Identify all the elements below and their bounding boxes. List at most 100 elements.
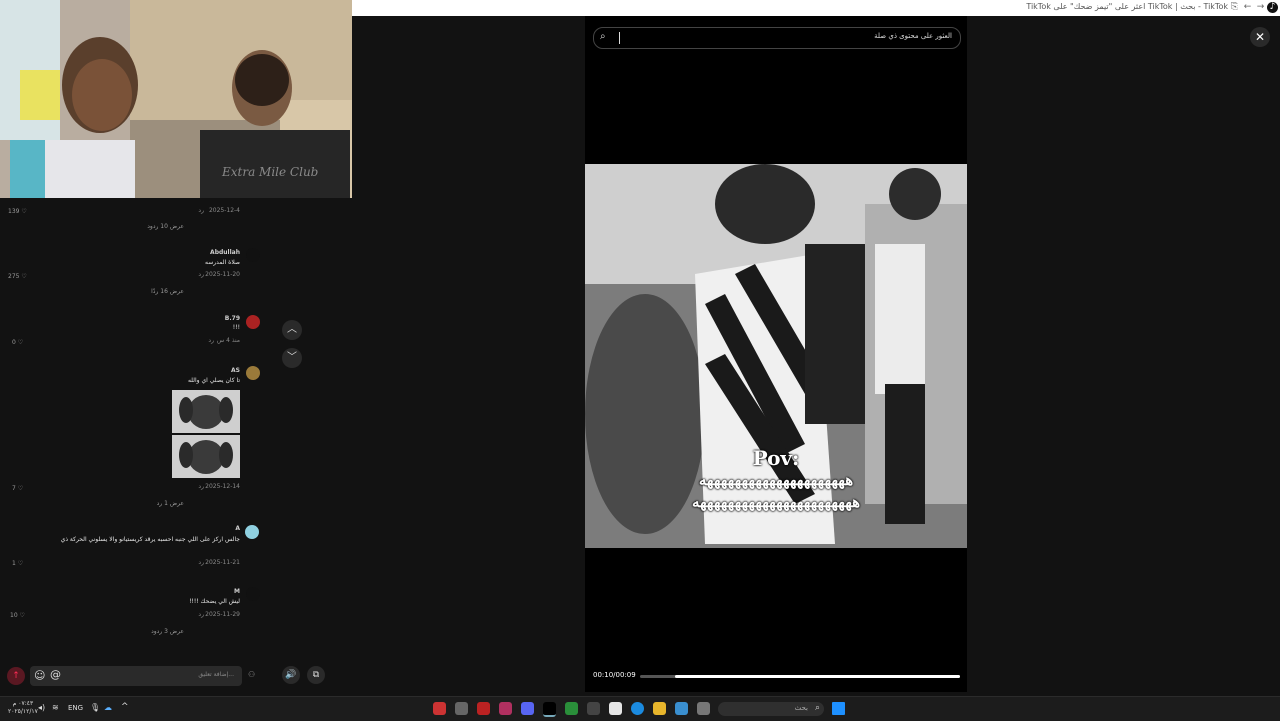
user-icon: ⚇ [248, 670, 256, 679]
comment-input[interactable]: ☺ @ إضافة تعليق... [30, 666, 242, 686]
forward-arrow-icon[interactable]: → [1255, 2, 1266, 13]
taskbar-search[interactable]: بحث ⌕ [718, 702, 824, 716]
comment-image-dog[interactable] [172, 390, 240, 478]
progress-bar[interactable] [640, 675, 960, 678]
comment-date: 2025-11-20 [205, 271, 240, 278]
comment-date: 2025-12-4 [208, 207, 240, 214]
comment-author[interactable]: A [235, 525, 240, 532]
arrow-up-icon: ↑ [12, 671, 20, 681]
taskbar: ٠٧:٤٣ م ٢٠٢٥/١٢/١٧ ◂) ≋ ENG 🎙 ☁ ^ بحث ⌕ [0, 696, 1280, 721]
comments-panel: 2025-12-4 رد 139 ♡ عرض 10 ردود Abdullah … [0, 198, 274, 658]
webcam-overlay: Extra Mile Club [0, 0, 352, 198]
emoji-icon[interactable]: ☺ [34, 669, 45, 682]
search-input[interactable]: ⌕ العثور على محتوى ذي صلة [593, 27, 961, 49]
taskbar-search-label: بحث [794, 704, 808, 712]
like-count[interactable]: 1 ♡ [12, 560, 23, 567]
discord-icon[interactable] [521, 702, 534, 715]
microphone-icon[interactable]: 🎙 [90, 703, 100, 712]
settings-icon[interactable] [455, 702, 468, 715]
comment-text: صلاة المدرسه [205, 259, 240, 266]
chevron-down-icon: ﹀ [287, 352, 297, 363]
comment-text: جالس اركز على اللي جنبه احسبه يرقد كريست… [60, 536, 240, 543]
comment-date: 2025-11-29 [205, 611, 240, 618]
avatar[interactable] [246, 248, 260, 262]
like-count[interactable]: 275 ♡ [8, 273, 27, 280]
clock-date: ٢٠٢٥/١٢/١٧ [8, 708, 38, 715]
search-query[interactable]: العثور على محتوى ذي صلة [874, 32, 952, 40]
avatar[interactable] [246, 315, 260, 329]
cloud-icon[interactable]: ☁ [104, 703, 112, 712]
chevron-up-icon: ︿ [287, 324, 297, 335]
app-icon-red[interactable] [433, 702, 446, 715]
file-explorer-icon[interactable] [653, 702, 666, 715]
search-icon[interactable]: ⌕ [600, 31, 606, 42]
progress-fill [675, 675, 960, 678]
close-button[interactable]: ✕ [1250, 27, 1270, 47]
comment-date: منذ 4 س [216, 337, 240, 344]
reply-link[interactable]: رد [208, 337, 214, 344]
avatar[interactable] [245, 525, 259, 539]
comment-author[interactable]: AS [231, 367, 240, 374]
video-caption: Pov: هههههههههههههههههههههه هههههههههههه… [585, 447, 967, 513]
app-icon-blue[interactable] [675, 702, 688, 715]
close-icon: ✕ [1254, 30, 1266, 44]
webcam-image: Extra Mile Club [0, 0, 352, 198]
tiktok-app-icon[interactable] [499, 702, 512, 715]
search-icon: ⌕ [814, 703, 820, 713]
view-replies[interactable]: عرض 10 ردود [147, 223, 184, 230]
clock[interactable]: ٠٧:٤٣ م ٢٠٢٥/١٢/١٧ [8, 700, 38, 716]
reply-link[interactable]: رد [198, 483, 204, 490]
comment-placeholder: إضافة تعليق... [198, 671, 234, 678]
edge-icon[interactable] [631, 702, 644, 715]
mention-icon[interactable]: @ [50, 668, 61, 681]
volume-tray-icon[interactable]: ◂) [38, 703, 45, 712]
xbox-icon[interactable] [565, 702, 578, 715]
caption-line: هههههههههههههههههههههههه [691, 493, 861, 511]
pip-button[interactable]: ⧉ [307, 666, 325, 684]
task-view-icon[interactable] [697, 702, 710, 715]
chevron-up-icon[interactable]: ^ [121, 702, 129, 712]
reply-link[interactable]: رد [198, 207, 204, 214]
video-frame[interactable]: Pov: هههههههههههههههههههههه هههههههههههه… [585, 164, 967, 548]
like-count[interactable]: 7 ♡ [12, 485, 23, 492]
reply-link[interactable]: رد [198, 559, 204, 566]
svg-text:Extra Mile Club: Extra Mile Club [221, 165, 318, 179]
view-replies[interactable]: عرض 1 رد [157, 500, 184, 507]
tab-title[interactable]: TikTok - بحث | TikTok اعثر على "تيمز ضحك… [1026, 2, 1228, 11]
view-replies[interactable]: عرض 16 ردًا [151, 288, 184, 295]
post-comment-button[interactable]: ↑ [7, 667, 25, 685]
caption-line: هههههههههههههههههههههه [698, 471, 854, 489]
like-count[interactable]: 10 ♡ [10, 612, 25, 619]
comment-author[interactable]: Abdullah [210, 249, 240, 256]
like-count[interactable]: 0 ♡ [12, 339, 23, 346]
comment-date: 2025-12-14 [205, 483, 240, 490]
comment-author[interactable]: B.79 [225, 315, 240, 322]
avatar[interactable] [246, 366, 260, 380]
wifi-icon[interactable]: ≋ [52, 703, 59, 712]
volume-button[interactable]: 🔊 [282, 666, 300, 684]
app-icon-news[interactable] [477, 702, 490, 715]
back-arrow-icon[interactable]: ← [1242, 2, 1253, 13]
reply-link[interactable]: رد [198, 611, 204, 618]
chatgpt-icon[interactable] [587, 702, 600, 715]
comment-text: !!! [232, 324, 240, 331]
reply-link[interactable]: رد [198, 271, 204, 278]
comment-author[interactable]: M [234, 588, 240, 595]
avatar[interactable] [246, 587, 260, 601]
windows-start-icon[interactable] [832, 702, 845, 715]
store-icon[interactable] [609, 702, 622, 715]
view-replies[interactable]: عرض 3 ردود [151, 628, 184, 635]
tiktok-active-icon[interactable] [543, 702, 556, 717]
previous-video-button[interactable]: ︿ [282, 320, 302, 340]
next-video-button[interactable]: ﹀ [282, 348, 302, 368]
comment-date: 2025-11-21 [205, 559, 240, 566]
copy-icon[interactable]: ⎘ [1229, 2, 1240, 13]
like-count[interactable]: 139 ♡ [8, 208, 27, 215]
tiktok-logo-icon: ♪ [1267, 2, 1278, 13]
playback-time: 00:10/00:09 [593, 671, 636, 679]
clock-time: ٠٧:٤٣ م [12, 700, 34, 707]
picture-in-picture-icon: ⧉ [312, 670, 320, 680]
language-indicator[interactable]: ENG [68, 704, 83, 712]
speaker-icon: 🔊 [285, 670, 297, 680]
comment-text: تا كان يصلي اي والله [187, 377, 240, 384]
